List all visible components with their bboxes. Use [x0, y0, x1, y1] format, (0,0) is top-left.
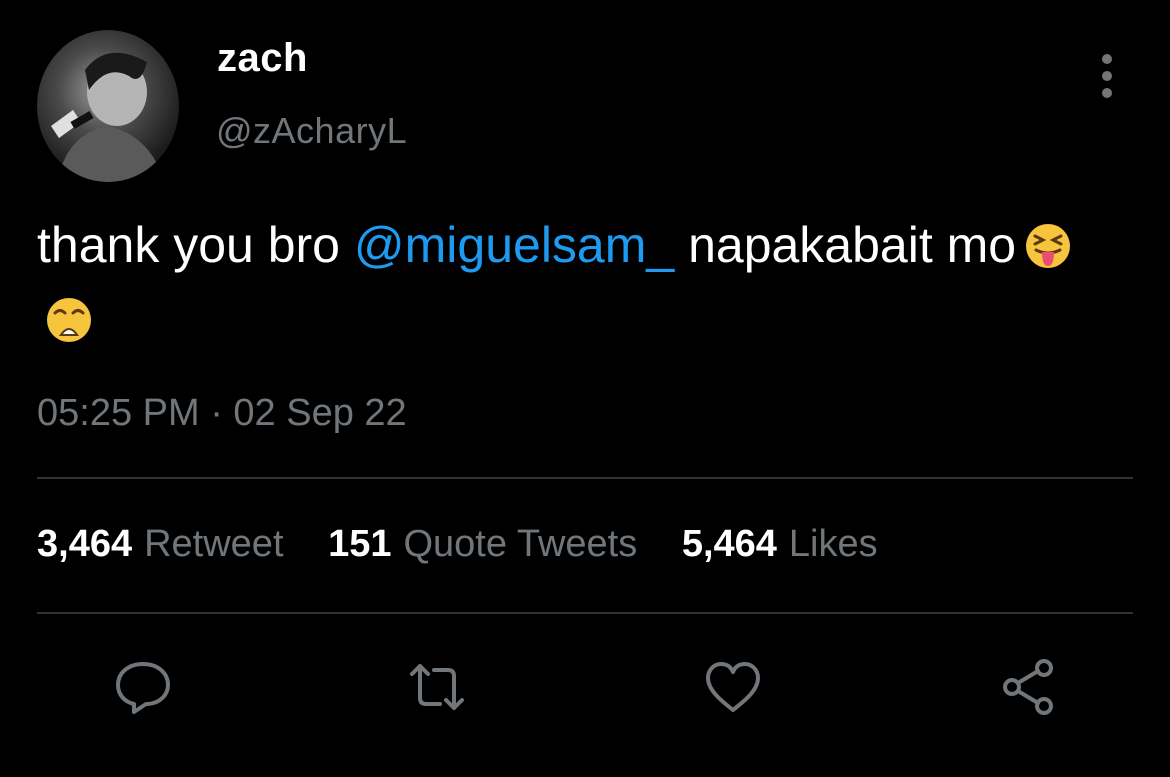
dot: [1102, 88, 1112, 98]
display-name[interactable]: zach: [217, 36, 308, 81]
tweet-text-before: thank you bro: [37, 217, 354, 273]
action-bar: [0, 652, 1170, 722]
like-button[interactable]: [698, 652, 768, 722]
quote-tweets-stat[interactable]: 151 Quote Tweets: [328, 523, 637, 566]
quote-tweets-count: 151: [328, 523, 392, 565]
retweets-count: 3,464: [37, 523, 133, 565]
divider: [37, 477, 1133, 479]
likes-count: 5,464: [681, 523, 777, 565]
likes-label: Likes: [788, 523, 878, 565]
tweet-text: thank you bro @miguelsam_ napakabait mo: [37, 208, 1127, 356]
retweet-button[interactable]: [402, 652, 472, 722]
reply-icon: [116, 662, 170, 714]
quote-tweets-label: Quote Tweets: [403, 523, 638, 565]
squinting-face-with-tongue-icon: [1024, 216, 1072, 268]
avatar[interactable]: [37, 30, 179, 182]
tweet-text-after: napakabait mo: [674, 217, 1017, 273]
tweet-detail-view: zach @zAcharyL thank you bro @miguelsam_…: [0, 0, 1170, 777]
retweets-label: Retweet: [144, 523, 284, 565]
dot: [1102, 71, 1112, 81]
dot: [1102, 54, 1112, 64]
mention-link[interactable]: @miguelsam_: [354, 217, 674, 273]
likes-stat[interactable]: 5,464 Likes: [682, 523, 878, 566]
reply-button[interactable]: [108, 652, 178, 722]
more-options-icon[interactable]: [1090, 54, 1124, 98]
weary-face-icon: [45, 290, 93, 342]
share-icon: [1003, 659, 1053, 715]
retweet-icon: [410, 664, 464, 710]
engagement-stats: 3,464 Retweet 151 Quote Tweets 5,464 Likes: [37, 523, 912, 566]
username-handle[interactable]: @zAcharyL: [216, 110, 407, 152]
tweet-timestamp[interactable]: 05:25 PM · 02 Sep 22: [37, 392, 407, 435]
share-button[interactable]: [994, 652, 1064, 722]
retweets-stat[interactable]: 3,464 Retweet: [37, 523, 284, 566]
divider: [37, 612, 1133, 614]
like-icon: [706, 662, 760, 712]
